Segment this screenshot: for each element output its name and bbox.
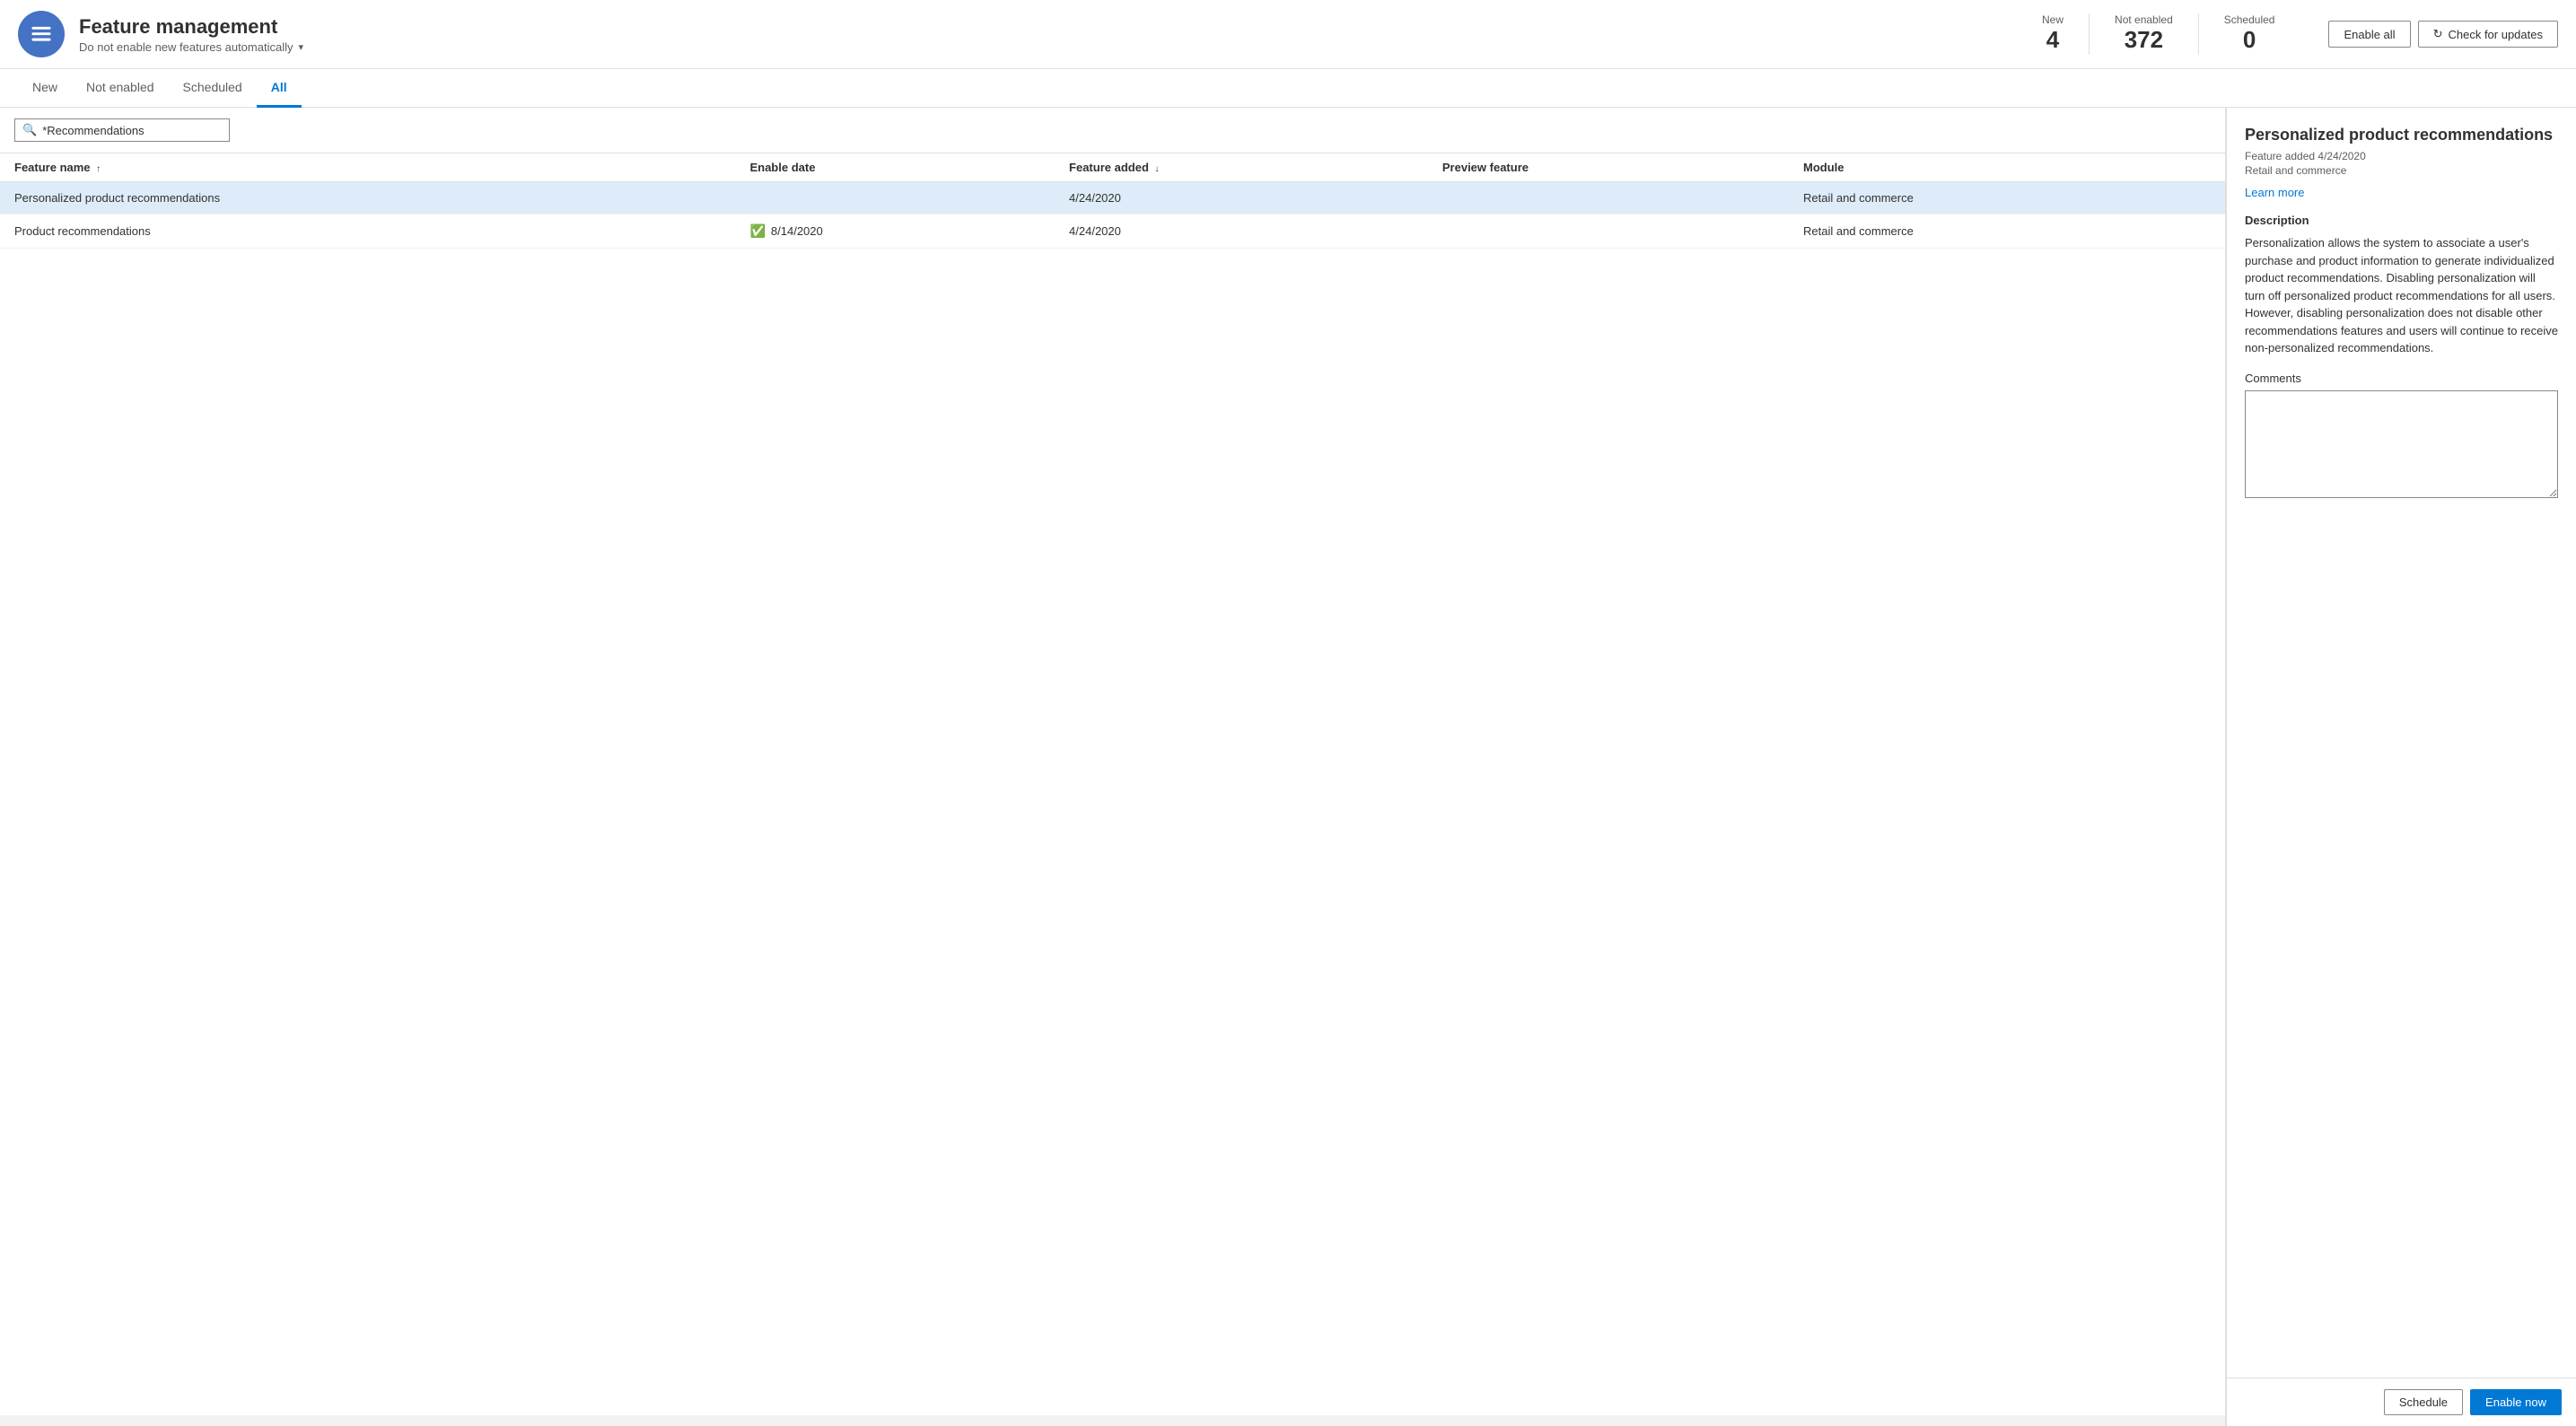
search-icon: 🔍 — [22, 123, 37, 137]
enable-now-button[interactable]: Enable now — [2470, 1389, 2562, 1415]
detail-content: Personalized product recommendations Fea… — [2227, 108, 2576, 1378]
app-logo — [18, 11, 65, 57]
table-row[interactable]: Personalized product recommendations 4/24… — [0, 182, 2225, 214]
stat-new-value: 4 — [2042, 26, 2063, 54]
tab-all[interactable]: All — [257, 69, 302, 108]
chevron-down-icon: ▾ — [298, 41, 303, 53]
stat-scheduled-label: Scheduled — [2224, 13, 2275, 26]
detail-module: Retail and commerce — [2245, 164, 2558, 177]
tab-scheduled[interactable]: Scheduled — [169, 69, 257, 108]
col-feature-added[interactable]: Feature added ↓ — [1055, 153, 1428, 182]
cell-feature-name: Product recommendations — [0, 214, 735, 249]
table-scroll[interactable]: Feature name ↑ Enable date Feature added… — [0, 153, 2225, 1415]
cell-module: Retail and commerce — [1789, 182, 2225, 214]
table-header-row: Feature name ↑ Enable date Feature added… — [0, 153, 2225, 182]
right-panel-footer: Schedule Enable now — [2227, 1378, 2576, 1426]
description-section-title: Description — [2245, 214, 2558, 227]
cell-feature-name: Personalized product recommendations — [0, 182, 735, 214]
left-panel: 🔍 Feature name ↑ Enable date — [0, 108, 2226, 1426]
logo-icon — [29, 22, 54, 47]
detail-title: Personalized product recommendations — [2245, 126, 2558, 144]
sort-icon-name: ↑ — [96, 164, 101, 174]
learn-more-link[interactable]: Learn more — [2245, 186, 2304, 199]
col-enable-date[interactable]: Enable date — [735, 153, 1055, 182]
tabs-bar: New Not enabled Scheduled All — [0, 69, 2576, 108]
right-panel: Personalized product recommendations Fea… — [2226, 108, 2576, 1426]
stats-block: New 4 Not enabled 372 Scheduled 0 — [2017, 13, 2300, 54]
cell-feature-added: 4/24/2020 — [1055, 182, 1428, 214]
subtitle-text: Do not enable new features automatically — [79, 40, 293, 54]
search-wrapper: 🔍 — [14, 118, 230, 142]
check-updates-label: Check for updates — [2448, 28, 2543, 41]
subtitle-dropdown[interactable]: Do not enable new features automatically… — [79, 40, 2002, 54]
stat-not-enabled: Not enabled 372 — [2090, 13, 2199, 54]
feature-table: Feature name ↑ Enable date Feature added… — [0, 153, 2225, 249]
cell-feature-added: 4/24/2020 — [1055, 214, 1428, 249]
cell-preview-feature — [1428, 182, 1789, 214]
detail-feature-added: Feature added 4/24/2020 — [2245, 150, 2558, 162]
cell-enable-date: ✅8/14/2020 — [735, 214, 1055, 249]
stat-not-enabled-value: 372 — [2115, 26, 2173, 54]
col-preview-feature[interactable]: Preview feature — [1428, 153, 1789, 182]
schedule-button[interactable]: Schedule — [2384, 1389, 2463, 1415]
col-module[interactable]: Module — [1789, 153, 2225, 182]
stat-new-label: New — [2042, 13, 2063, 26]
stat-scheduled-value: 0 — [2224, 26, 2275, 54]
table-row[interactable]: Product recommendations✅8/14/20204/24/20… — [0, 214, 2225, 249]
tab-new[interactable]: New — [18, 69, 72, 108]
cell-preview-feature — [1428, 214, 1789, 249]
refresh-icon: ↻ — [2433, 27, 2443, 41]
col-feature-name[interactable]: Feature name ↑ — [0, 153, 735, 182]
comments-label: Comments — [2245, 372, 2558, 385]
enable-all-button[interactable]: Enable all — [2328, 21, 2410, 48]
main-content: 🔍 Feature name ↑ Enable date — [0, 108, 2576, 1426]
search-bar: 🔍 — [0, 108, 2225, 153]
sort-icon-added: ↓ — [1155, 164, 1160, 174]
tab-not-enabled[interactable]: Not enabled — [72, 69, 169, 108]
horizontal-scrollbar[interactable] — [0, 1415, 2225, 1426]
enabled-check-icon: ✅ — [749, 223, 765, 238]
comments-textarea[interactable] — [2245, 390, 2558, 498]
stat-not-enabled-label: Not enabled — [2115, 13, 2173, 26]
detail-description: Personalization allows the system to ass… — [2245, 234, 2558, 357]
cell-module: Retail and commerce — [1789, 214, 2225, 249]
title-block: Feature management Do not enable new fea… — [79, 15, 2002, 54]
cell-enable-date — [735, 182, 1055, 214]
check-updates-button[interactable]: ↻ Check for updates — [2418, 21, 2558, 48]
page-header: Feature management Do not enable new fea… — [0, 0, 2576, 69]
stat-new: New 4 — [2017, 13, 2090, 54]
header-actions: Enable all ↻ Check for updates — [2328, 21, 2558, 48]
page-title: Feature management — [79, 15, 2002, 39]
search-input[interactable] — [42, 124, 222, 137]
stat-scheduled: Scheduled 0 — [2199, 13, 2300, 54]
